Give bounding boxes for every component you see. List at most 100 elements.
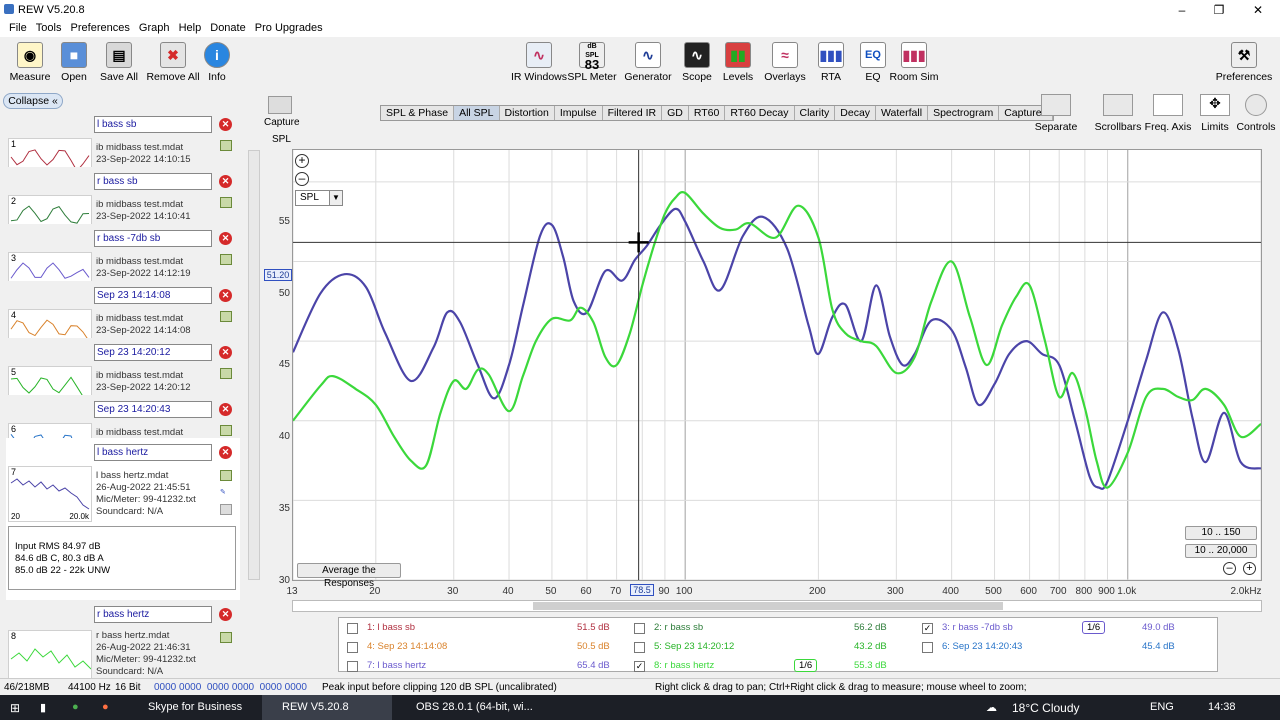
zoom-in-icon[interactable]: + (295, 154, 309, 168)
menu-graph[interactable]: Graph (136, 20, 173, 36)
legend-label[interactable]: 8: r bass hertz (654, 660, 714, 671)
spl-chart[interactable] (292, 150, 1262, 581)
zoom-out-icon[interactable]: – (295, 172, 309, 186)
firefox-icon[interactable]: ● (102, 701, 109, 713)
measurement-4[interactable]: Sep 23 14:14:08 ✕ 4 ib midbass test.mdat 23-… (6, 281, 240, 339)
maximize-icon[interactable]: ❐ (1207, 2, 1231, 18)
save-measurement-icon[interactable] (220, 197, 232, 208)
taskbar-obs[interactable]: OBS 28.0.1 (64-bit, wi... (396, 695, 537, 720)
measurement-8[interactable]: r bass hertz ✕ 8 r bass hertz.mdat 26-Au… (6, 600, 240, 680)
measurement-thumbnail[interactable]: 3 (8, 252, 92, 282)
x-zoom-out-icon[interactable]: – (1223, 562, 1236, 575)
measurement-name-input[interactable]: Sep 23 14:20:43 (94, 401, 212, 418)
minimize-icon[interactable]: – (1170, 2, 1194, 18)
measurement-thumbnail[interactable]: 7 20 20.0k (8, 466, 92, 522)
save-measurement-icon[interactable] (220, 632, 232, 643)
save-measurement-icon[interactable] (220, 140, 232, 151)
tab-spectrogram[interactable]: Spectrogram (928, 106, 1000, 120)
legend-label[interactable]: 5: Sep 23 14:20:12 (654, 641, 734, 652)
save-all-button[interactable]: ▤ Save All (89, 38, 149, 83)
measurement-thumbnail[interactable]: 8 (8, 630, 92, 680)
measurement-thumbnail[interactable]: 5 (8, 366, 92, 396)
notes-icon[interactable] (220, 504, 232, 515)
ir-windows-button[interactable]: ∿ IR Windows (509, 38, 569, 83)
menu-preferences[interactable]: Preferences (68, 20, 133, 36)
horizontal-scrollbar[interactable] (292, 600, 1262, 612)
save-measurement-icon[interactable] (220, 425, 232, 436)
remove-measurement-icon[interactable]: ✕ (219, 175, 232, 188)
save-measurement-icon[interactable] (220, 470, 232, 481)
menu-donate[interactable]: Donate (207, 20, 248, 36)
tab-all-spl[interactable]: All SPL (454, 106, 500, 120)
cursor-crosshair-icon[interactable] (628, 232, 649, 253)
tab-impulse[interactable]: Impulse (554, 106, 603, 120)
capture-button[interactable]: Capture (264, 96, 300, 128)
range-10-150-button[interactable]: 10 .. 150 (1185, 526, 1257, 540)
remove-measurement-icon[interactable]: ✕ (219, 118, 232, 131)
average-responses-button[interactable]: Average the Responses (297, 563, 401, 589)
tab-filtered-ir[interactable]: Filtered IR (602, 106, 663, 120)
measurement-name-input[interactable]: r bass -7db sb (94, 230, 212, 247)
spl-meter-button[interactable]: dB SPL 83 SPL Meter (562, 38, 622, 83)
measurement-5[interactable]: Sep 23 14:20:12 ✕ 5 ib midbass test.mdat 23-… (6, 338, 240, 396)
legend-checkbox[interactable]: ✓ (634, 661, 645, 672)
legend-checkbox[interactable] (634, 642, 645, 653)
measurement-1[interactable]: l bass sb ✕ 1 ib midbass test.mdat 23-Sep-20… (6, 110, 240, 168)
range-10-20000-button[interactable]: 10 .. 20,000 (1185, 544, 1257, 558)
menu-file[interactable]: File (6, 20, 30, 36)
controls-button[interactable]: Controls (1228, 92, 1280, 133)
collapse-button[interactable]: Collapse « (3, 93, 63, 109)
file-explorer-icon[interactable]: ▮ (40, 701, 46, 714)
scrollbars-button[interactable]: Scrollbars (1090, 92, 1146, 133)
tab-spl-phase[interactable]: SPL & Phase (381, 106, 455, 120)
x-zoom-in-icon[interactable]: + (1243, 562, 1256, 575)
remove-measurement-icon[interactable]: ✕ (219, 232, 232, 245)
tab-gd[interactable]: GD (662, 106, 689, 120)
remove-measurement-icon[interactable]: ✕ (219, 403, 232, 416)
close-icon[interactable]: ✕ (1246, 2, 1270, 18)
language[interactable]: ENG (1150, 701, 1174, 713)
legend-label[interactable]: 1: l bass sb (367, 622, 415, 633)
scrollbar-thumb[interactable] (533, 602, 1003, 610)
save-measurement-icon[interactable] (220, 368, 232, 379)
legend-label[interactable]: 4: Sep 23 14:14:08 (367, 641, 447, 652)
measurement-thumbnail[interactable]: 2 (8, 195, 92, 225)
tab-rt60-decay[interactable]: RT60 Decay (725, 106, 795, 120)
smoothing-badge[interactable]: 1/6 (794, 659, 818, 672)
room-sim-button[interactable]: ▮▮▮ Room Sim (884, 38, 944, 83)
taskbar-rew[interactable]: REW V5.20.8 (262, 695, 392, 720)
measurement-thumbnail[interactable]: 1 (8, 138, 92, 168)
measurement-name-input[interactable]: r bass sb (94, 173, 212, 190)
spl-plot[interactable]: + – SPL ▼ Average the Responses 10 .. 150… (292, 149, 1262, 589)
remove-measurement-icon[interactable]: ✕ (219, 346, 232, 359)
clock[interactable]: 14:38 (1208, 701, 1236, 713)
measurement-name-input[interactable]: l bass sb (94, 116, 212, 133)
smoothing-badge[interactable]: 1/6 (1082, 621, 1106, 634)
legend-checkbox[interactable] (347, 623, 358, 634)
measurement-name-input[interactable]: l bass hertz (94, 444, 212, 461)
legend-checkbox[interactable] (347, 661, 358, 672)
measurement-3[interactable]: r bass -7db sb ✕ 3 ib midbass test.mdat 23-S… (6, 224, 240, 282)
preferences-button[interactable]: ⚒ Preferences (1214, 38, 1274, 83)
legend-checkbox[interactable] (634, 623, 645, 634)
menu-help[interactable]: Help (176, 20, 205, 36)
tab-distortion[interactable]: Distortion (499, 106, 555, 120)
save-measurement-icon[interactable] (220, 254, 232, 265)
tab-waterfall[interactable]: Waterfall (876, 106, 929, 120)
weather[interactable]: 18°C Cloudy (1012, 701, 1080, 715)
windows-start-icon[interactable]: ⊞ (10, 701, 20, 715)
panel-scrollbar[interactable] (248, 150, 260, 580)
measurement-name-input[interactable]: Sep 23 14:20:12 (94, 344, 212, 361)
menu-pro-upgrades[interactable]: Pro Upgrades (252, 20, 326, 36)
remove-measurement-icon[interactable]: ✕ (219, 289, 232, 302)
tab-rt60[interactable]: RT60 (688, 106, 726, 120)
legend-label[interactable]: 2: r bass sb (654, 622, 703, 633)
taskbar-skype[interactable]: Skype for Business (128, 695, 246, 720)
measurement-name-input[interactable]: Sep 23 14:14:08 (94, 287, 212, 304)
separate-button[interactable]: Separate (1028, 92, 1084, 133)
legend-label[interactable]: 3: r bass -7db sb (942, 622, 1013, 633)
remove-measurement-icon[interactable]: ✕ (219, 608, 232, 621)
app-green-icon[interactable]: ● (72, 701, 79, 713)
legend-checkbox[interactable] (922, 642, 933, 653)
spl-select[interactable]: SPL ▼ (295, 190, 343, 206)
